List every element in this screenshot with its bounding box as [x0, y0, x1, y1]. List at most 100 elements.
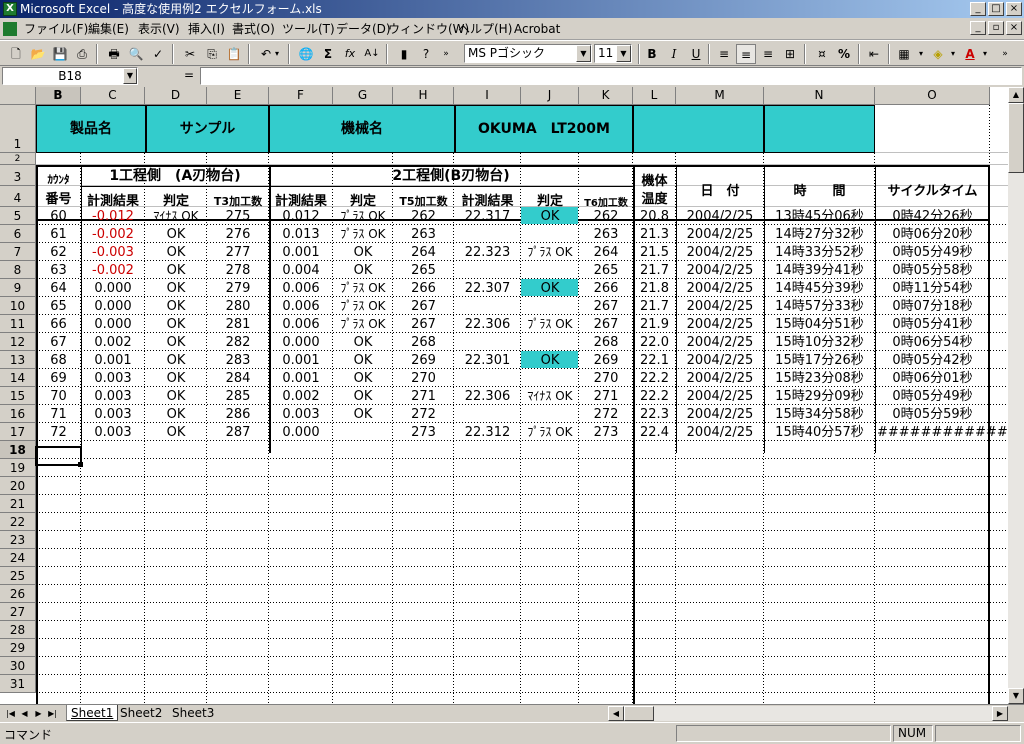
row-header-18[interactable]: 18 [0, 441, 36, 459]
cell-m12[interactable]: 2004/2/25 [676, 334, 764, 351]
cell-e6[interactable]: 276 [207, 226, 269, 243]
cell-n6[interactable]: 14時27分32秒 [764, 226, 875, 243]
cell-c6[interactable]: -0.002 [81, 226, 145, 243]
cell-n16[interactable]: 15時34分58秒 [764, 406, 875, 423]
cell-c12[interactable]: 0.002 [81, 334, 145, 351]
column-header-j[interactable]: J [521, 87, 579, 105]
cell-l16[interactable]: 22.3 [633, 406, 676, 423]
cell-b8[interactable]: 63 [36, 262, 81, 279]
sheet-tab-sheet3[interactable]: Sheet3 [168, 705, 218, 721]
cell-m14[interactable]: 2004/2/25 [676, 370, 764, 387]
font-name-select[interactable]: MS Pゴシック ▼ [464, 44, 592, 63]
cell-l15[interactable]: 22.2 [633, 388, 676, 405]
row-header-21[interactable]: 21 [0, 495, 36, 513]
minimize-button[interactable]: _ [970, 2, 986, 16]
scroll-down-icon[interactable]: ▼ [1008, 688, 1024, 704]
borders-dropdown-icon[interactable]: ▾ [916, 44, 926, 64]
cell-l17[interactable]: 22.4 [633, 424, 676, 441]
font-size-select[interactable]: 11 ▼ [594, 44, 632, 63]
cell-b15[interactable]: 70 [36, 388, 81, 405]
cell-n17[interactable]: 15時40分57秒 [764, 424, 875, 441]
cell-n13[interactable]: 15時17分26秒 [764, 352, 875, 369]
cell-h8[interactable]: 265 [393, 262, 454, 279]
row-header-1[interactable]: 1 [0, 105, 36, 153]
scroll-left-icon[interactable]: ◀ [608, 706, 624, 721]
column-header-n[interactable]: N [764, 87, 875, 105]
row-header-23[interactable]: 23 [0, 531, 36, 549]
cell-n8[interactable]: 14時39分41秒 [764, 262, 875, 279]
cell-m11[interactable]: 2004/2/25 [676, 316, 764, 333]
cell-l13[interactable]: 22.1 [633, 352, 676, 369]
cell-o15[interactable]: 0時05分49秒 [875, 388, 990, 405]
cell-b14[interactable]: 69 [36, 370, 81, 387]
cell-d10[interactable]: OK [145, 298, 207, 315]
cell-m13[interactable]: 2004/2/25 [676, 352, 764, 369]
cell-n15[interactable]: 15時29分09秒 [764, 388, 875, 405]
cell-b11[interactable]: 66 [36, 316, 81, 333]
row-header-3[interactable]: 3 [0, 165, 36, 186]
chevron-down-icon[interactable]: ▼ [123, 68, 137, 84]
spreadsheet-grid[interactable]: BCDEFGHIJKLMNO 1 2 3 4 5 6 7 8 9 10 11 12 13 14 15 16 17… [0, 87, 1008, 704]
cell-l12[interactable]: 22.0 [633, 334, 676, 351]
cell-o8[interactable]: 0時05分58秒 [875, 262, 990, 279]
cell-c5[interactable]: -0.012 [81, 208, 145, 225]
cell-f13[interactable]: 0.001 [269, 352, 333, 369]
column-header-b[interactable]: B [36, 87, 81, 105]
cell-d7[interactable]: OK [145, 244, 207, 261]
open-icon[interactable]: 📂 [28, 44, 48, 64]
column-header-e[interactable]: E [207, 87, 269, 105]
row-header-10[interactable]: 10 [0, 297, 36, 315]
cell-i17[interactable]: 22.312 [454, 424, 521, 441]
cell-o10[interactable]: 0時07分18秒 [875, 298, 990, 315]
vertical-scroll-thumb[interactable] [1008, 103, 1024, 173]
italic-button[interactable]: I [664, 44, 684, 64]
cell-l5[interactable]: 20.8 [633, 208, 676, 225]
cell-b5[interactable]: 60 [36, 208, 81, 225]
cell-j17[interactable]: ﾌﾟﾗｽ OK [521, 424, 579, 441]
cell-h10[interactable]: 267 [393, 298, 454, 315]
menu-format[interactable]: 書式(O) [232, 21, 275, 37]
menu-file[interactable]: ファイル(F) [24, 21, 88, 37]
cell-g16[interactable]: OK [333, 406, 393, 423]
column-header-c[interactable]: C [81, 87, 145, 105]
cell-o6[interactable]: 0時06分20秒 [875, 226, 990, 243]
row-header-15[interactable]: 15 [0, 387, 36, 405]
menu-acrobat[interactable]: Acrobat [514, 21, 560, 37]
formula-input[interactable] [200, 67, 1022, 85]
bold-button[interactable]: B [642, 44, 662, 64]
row-header-19[interactable]: 19 [0, 459, 36, 477]
select-all-corner[interactable] [0, 87, 36, 105]
menu-view[interactable]: 表示(V) [138, 21, 180, 37]
menu-help[interactable]: ヘルプ(H) [458, 21, 512, 37]
horizontal-scrollbar[interactable]: ◀ ▶ [608, 706, 1008, 721]
cell-l8[interactable]: 21.7 [633, 262, 676, 279]
print-icon[interactable]: 🖶 [104, 44, 124, 64]
cell-g6[interactable]: ﾌﾟﾗｽ OK [333, 226, 393, 243]
cell-k6[interactable]: 263 [579, 226, 633, 243]
percent-icon[interactable]: % [834, 44, 854, 64]
cell-c15[interactable]: 0.003 [81, 388, 145, 405]
cell-g13[interactable]: OK [333, 352, 393, 369]
column-header-l[interactable]: L [633, 87, 676, 105]
cell-h14[interactable]: 270 [393, 370, 454, 387]
row-header-28[interactable]: 28 [0, 621, 36, 639]
formula-equals[interactable]: = [184, 68, 194, 82]
cell-f7[interactable]: 0.001 [269, 244, 333, 261]
cell-f5[interactable]: 0.012 [269, 208, 333, 225]
row-header-14[interactable]: 14 [0, 369, 36, 387]
cell-k9[interactable]: 266 [579, 280, 633, 297]
cell-b9[interactable]: 64 [36, 280, 81, 297]
cell-e7[interactable]: 277 [207, 244, 269, 261]
cell-j5[interactable]: OK [521, 208, 579, 225]
menu-data[interactable]: データ(D) [336, 21, 391, 37]
cell-m8[interactable]: 2004/2/25 [676, 262, 764, 279]
cell-d6[interactable]: OK [145, 226, 207, 243]
undo-dropdown-icon[interactable]: ▾ [272, 44, 282, 64]
cell-e17[interactable]: 287 [207, 424, 269, 441]
cell-o12[interactable]: 0時06分54秒 [875, 334, 990, 351]
cell-f16[interactable]: 0.003 [269, 406, 333, 423]
cell-k7[interactable]: 264 [579, 244, 633, 261]
cell-n5[interactable]: 13時45分06秒 [764, 208, 875, 225]
cell-g7[interactable]: OK [333, 244, 393, 261]
cell-g11[interactable]: ﾌﾟﾗｽ OK [333, 316, 393, 333]
